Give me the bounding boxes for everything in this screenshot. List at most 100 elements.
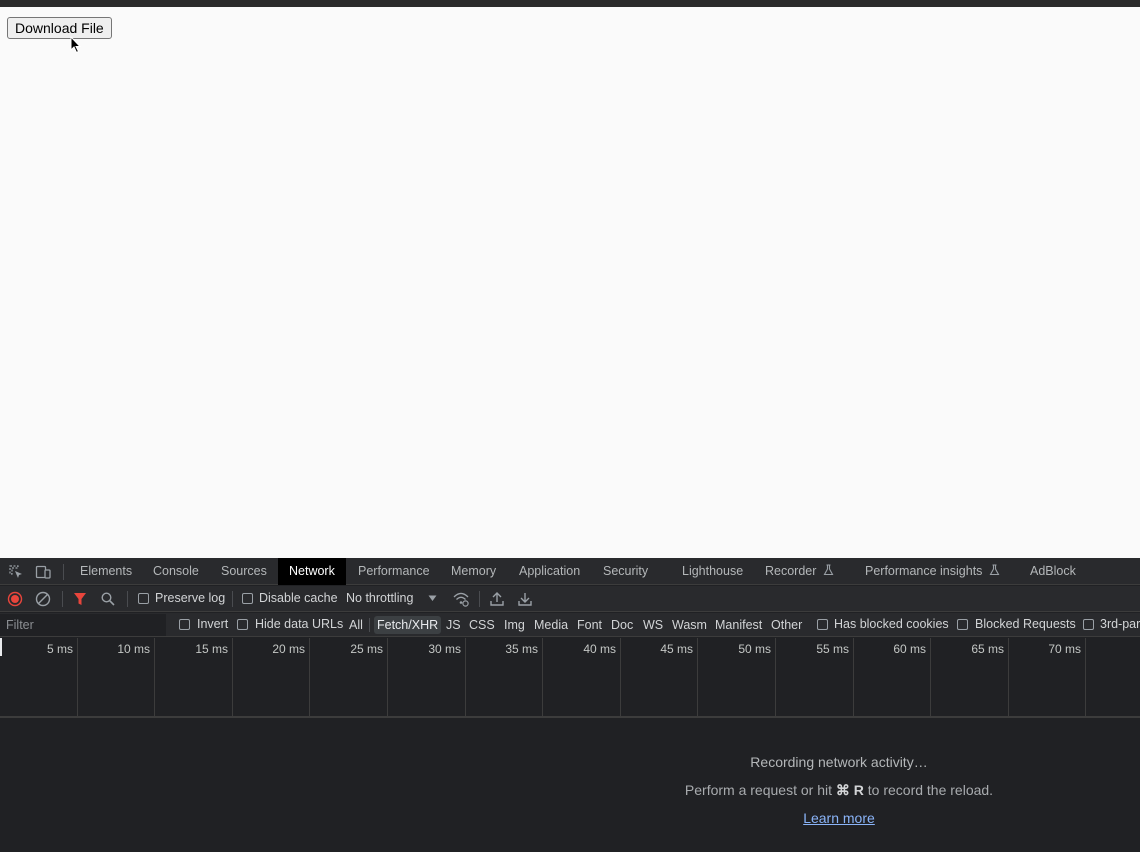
has-blocked-cookies-checkbox[interactable] [817, 619, 828, 630]
reload-shortcut: ⌘ R [835, 782, 864, 798]
mouse-cursor-icon [70, 36, 82, 54]
timeline-tick-label: 15 ms [195, 642, 228, 656]
type-filter-manifest[interactable]: Manifest [712, 616, 765, 634]
network-toolbar: Preserve log Disable cache No throttling [0, 586, 1140, 612]
timeline-tick-label: 35 ms [505, 642, 538, 656]
tab-adblock[interactable]: AdBlock [1019, 558, 1087, 585]
type-filter-fetch-xhr[interactable]: Fetch/XHR [374, 616, 442, 634]
timeline-tick-label: 25 ms [350, 642, 383, 656]
throttling-select[interactable]: No throttling [346, 591, 413, 605]
timeline-gridline [775, 638, 776, 716]
clear-icon[interactable] [34, 590, 52, 608]
filter-funnel-icon[interactable] [71, 590, 89, 608]
hint-prefix: Perform a request or hit [684, 782, 836, 798]
type-filter-font[interactable]: Font [574, 616, 605, 634]
timeline-start-marker [0, 638, 2, 656]
learn-more-row: Learn more [0, 810, 1140, 826]
timeline-tick-label: 10 ms [117, 642, 150, 656]
tab-application[interactable]: Application [508, 558, 591, 585]
timeline-gridline [697, 638, 698, 716]
tab-network[interactable]: Network [278, 558, 346, 585]
record-icon[interactable] [6, 590, 24, 608]
devtools-panel: Elements Console Sources Network Perform… [0, 558, 1140, 852]
third-party-label: 3rd-par [1100, 617, 1140, 631]
network-filter-bar: Invert Hide data URLs All Fetch/XHR JS C… [0, 613, 1140, 637]
network-conditions-icon[interactable] [452, 590, 470, 608]
page-content: Download File [0, 7, 1140, 558]
recording-message: Recording network activity… [0, 754, 1140, 770]
recording-title: Recording network activity… [750, 754, 928, 770]
timeline-gridline [620, 638, 621, 716]
third-party-checkbox[interactable] [1083, 619, 1094, 630]
tab-console[interactable]: Console [142, 558, 210, 585]
timeline-tick-label: 50 ms [738, 642, 771, 656]
type-filter-css[interactable]: CSS [466, 616, 498, 634]
blocked-requests-label: Blocked Requests [975, 617, 1076, 631]
has-blocked-cookies-label: Has blocked cookies [834, 617, 949, 631]
import-har-icon[interactable] [488, 590, 506, 608]
timeline-gridline [232, 638, 233, 716]
hide-data-urls-checkbox[interactable] [237, 619, 248, 630]
timeline-tick-label: 30 ms [428, 642, 461, 656]
tab-performance[interactable]: Performance [347, 558, 441, 585]
blocked-requests-checkbox[interactable] [957, 619, 968, 630]
preserve-log-checkbox[interactable] [138, 593, 149, 604]
device-toolbar-icon[interactable] [35, 564, 51, 580]
timeline-gridline [154, 638, 155, 716]
type-filter-img[interactable]: Img [501, 616, 528, 634]
network-timeline-overview[interactable]: 5 ms 10 ms 15 ms 20 ms 25 ms 30 ms 35 ms 40 ms 4… [0, 638, 1140, 718]
search-icon[interactable] [99, 590, 117, 608]
devtools-tab-bar: Elements Console Sources Network Perform… [0, 558, 1140, 585]
timeline-tick-label: 5 ms [46, 642, 73, 656]
timeline-gridline [1085, 638, 1086, 716]
timeline-tick-label: 75 [1093, 642, 1140, 656]
timeline-gridline [465, 638, 466, 716]
timeline-tick-label: 60 ms [893, 642, 926, 656]
tab-separator [63, 564, 64, 580]
tab-performance-insights-label: Performance insights [865, 564, 983, 578]
toolbar-separator [62, 591, 63, 607]
tab-sources[interactable]: Sources [210, 558, 278, 585]
type-filter-media[interactable]: Media [531, 616, 571, 634]
inspect-element-icon[interactable] [8, 564, 24, 580]
type-filter-doc[interactable]: Doc [608, 616, 636, 634]
download-file-button[interactable]: Download File [7, 17, 112, 39]
timeline-gridline [1008, 638, 1009, 716]
hide-data-urls-label: Hide data URLs [255, 617, 344, 631]
chevron-down-icon[interactable] [428, 595, 437, 602]
timeline-tick-label: 20 ms [272, 642, 305, 656]
type-filter-all[interactable]: All [346, 616, 366, 634]
tab-performance-insights[interactable]: Performance insights [854, 558, 1011, 585]
invert-checkbox[interactable] [179, 619, 190, 630]
toolbar-separator [232, 591, 233, 607]
type-filter-other[interactable]: Other [768, 616, 805, 634]
export-har-icon[interactable] [516, 590, 534, 608]
reload-hint: Perform a request or hit ⌘ R to record t… [0, 782, 1140, 799]
invert-label: Invert [197, 617, 229, 631]
browser-top-bar [0, 0, 1140, 7]
type-filter-wasm[interactable]: Wasm [669, 616, 710, 634]
tab-recorder-label: Recorder [765, 564, 817, 578]
toolbar-separator [127, 591, 128, 607]
timeline-tick-label: 40 ms [583, 642, 616, 656]
timeline-gridline [309, 638, 310, 716]
type-filter-js[interactable]: JS [443, 616, 464, 634]
tab-lighthouse[interactable]: Lighthouse [671, 558, 754, 585]
tab-memory[interactable]: Memory [440, 558, 507, 585]
timeline-gridline [930, 638, 931, 716]
tab-elements[interactable]: Elements [69, 558, 143, 585]
timeline-gridline [77, 638, 78, 716]
tab-security[interactable]: Security [592, 558, 659, 585]
learn-more-link[interactable]: Learn more [803, 810, 875, 826]
network-empty-state: Recording network activity… Perform a re… [0, 720, 1140, 852]
type-filter-ws[interactable]: WS [640, 616, 666, 634]
timeline-gridline [542, 638, 543, 716]
disable-cache-checkbox[interactable] [242, 593, 253, 604]
disable-cache-label: Disable cache [259, 591, 338, 605]
preserve-log-label: Preserve log [155, 591, 226, 605]
timeline-tick-label: 45 ms [660, 642, 693, 656]
hint-suffix: to record the reload. [863, 782, 994, 798]
filter-input[interactable] [0, 614, 166, 636]
timeline-tick-label: 55 ms [816, 642, 849, 656]
tab-recorder[interactable]: Recorder [754, 558, 845, 585]
